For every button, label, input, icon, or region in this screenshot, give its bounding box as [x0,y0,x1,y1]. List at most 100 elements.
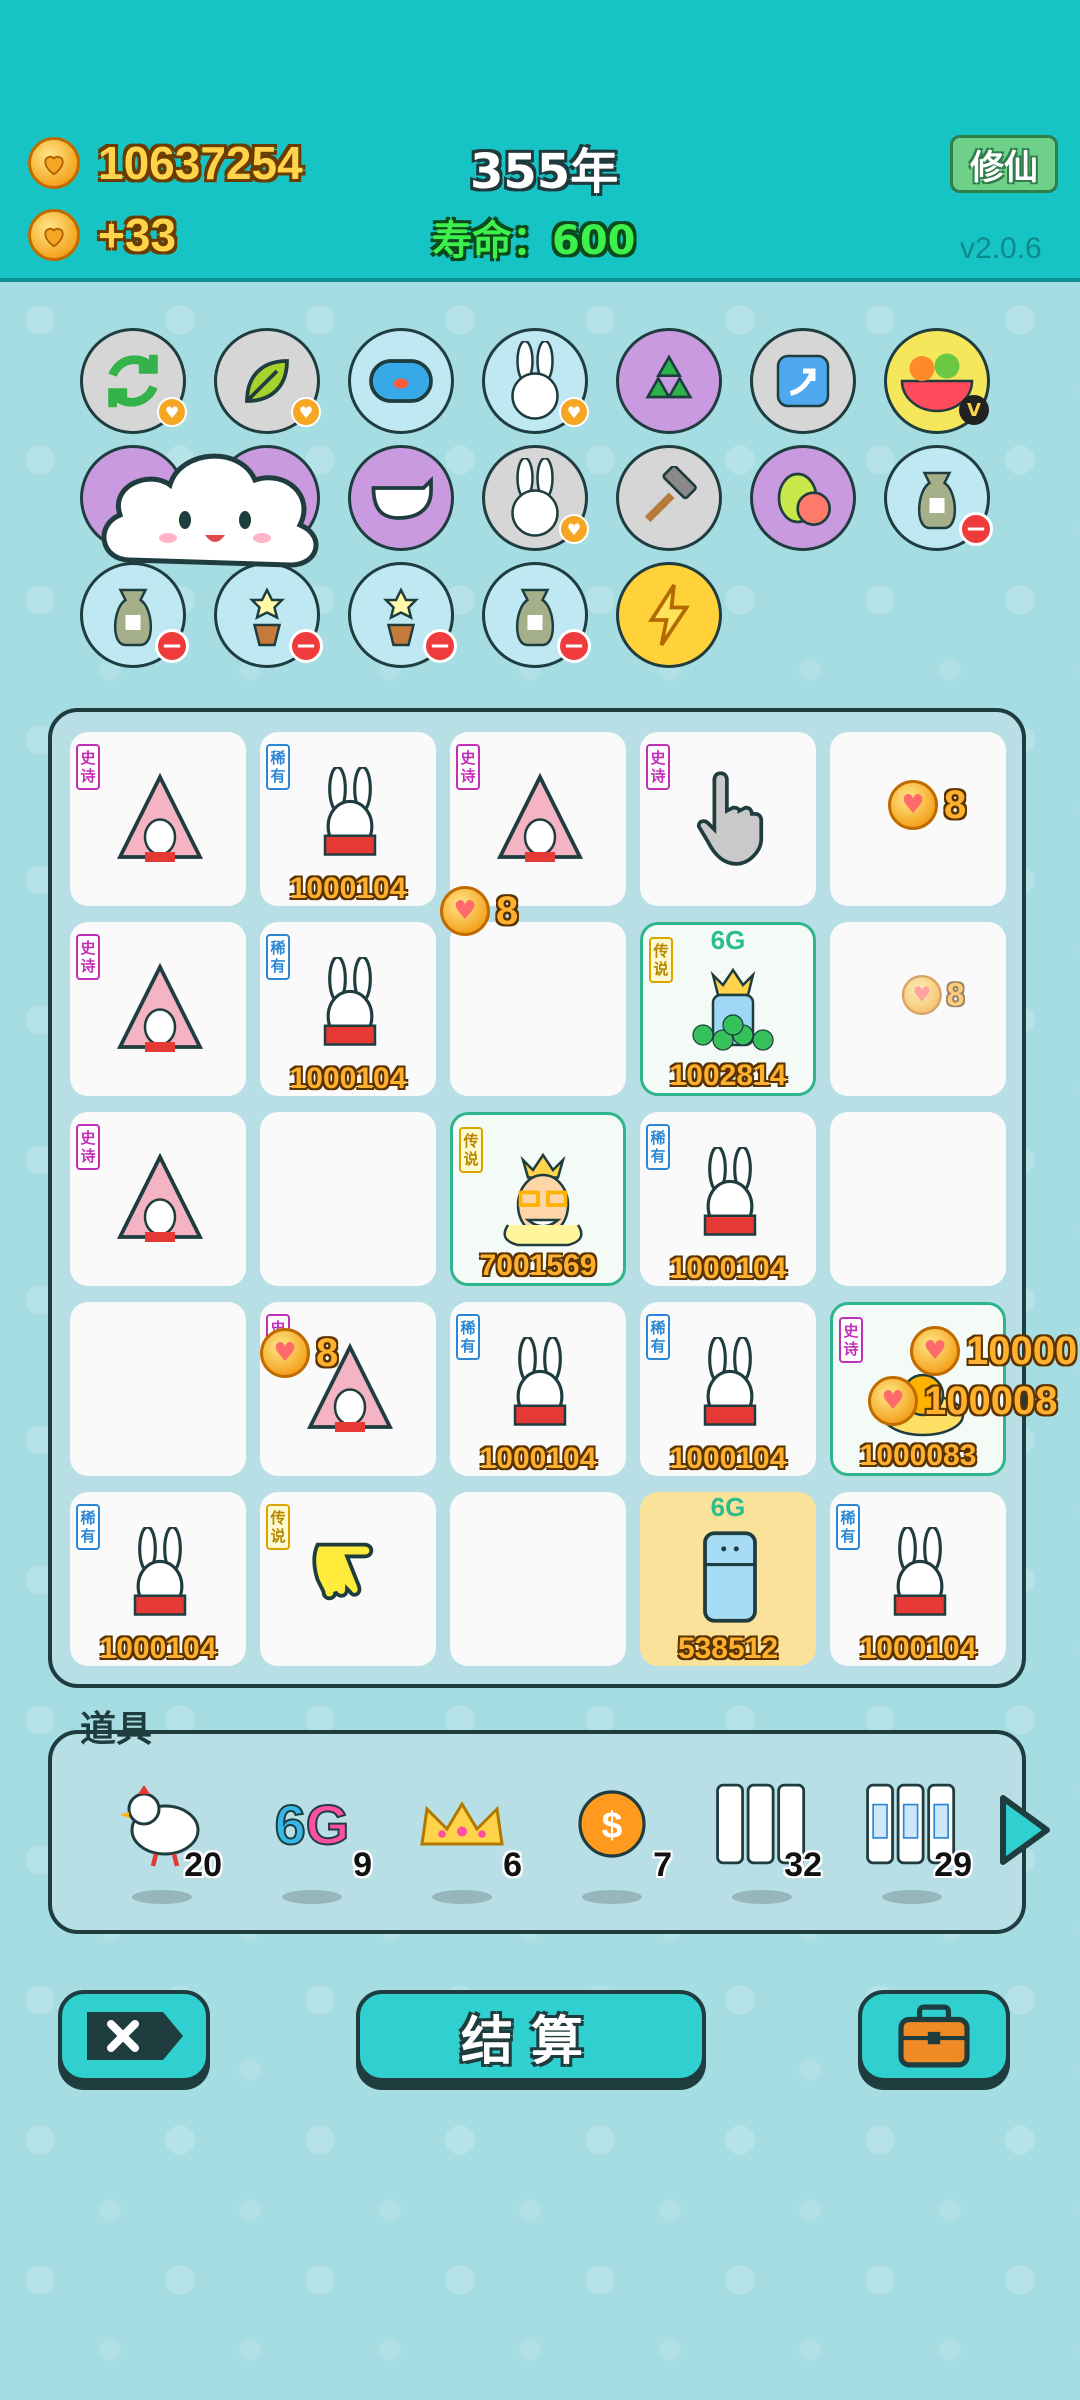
cell-value: 538512 [677,1632,779,1665]
upgrade-arrow-icon[interactable] [750,328,856,434]
minus-badge-icon: − [959,512,993,546]
settle-button[interactable]: 结算 [356,1990,706,2082]
grid-cell-empty[interactable] [70,1302,246,1476]
potted-flower-icon[interactable]: − [348,562,457,668]
rabbit-icon [870,1522,970,1632]
grid-cell-house[interactable]: 史诗 [70,1112,246,1286]
cell-value: 1000104 [669,1252,787,1285]
6g-icon: 6G [274,1792,351,1857]
coin-popup-value: 8 [944,782,967,827]
gold-coin-icon: ♥ [868,1376,918,1426]
grid-cell-hand[interactable]: 史诗 [640,732,816,906]
rabbit-icon [300,952,400,1062]
gold-coin-icon: ♥ [910,1326,960,1376]
rare-tag: 稀有 [266,744,290,790]
grid-cell-fridge-king[interactable]: 6G 传说 1002814 [640,922,816,1096]
cell-value: 1000104 [859,1632,977,1665]
prop-count: 7 [653,1846,672,1884]
legend-tag: 传说 [649,937,673,983]
lightning-icon[interactable] [616,562,722,668]
grid-cell-house[interactable]: 史诗 [450,732,626,906]
coin-popup: ♥ 8 [440,886,518,936]
cancel-button[interactable] [58,1990,210,2082]
coin-popup: ♥ 8 [901,975,964,1015]
pomelo-icon[interactable] [750,445,856,551]
cell-value: 1000104 [479,1442,597,1475]
gold-rate-row: +33 [28,208,176,262]
grid-cell-empty[interactable] [450,922,626,1096]
vip-badge-icon: V [959,395,989,425]
epic-tag: 史诗 [839,1317,863,1363]
grid-cell-rabbit[interactable]: 稀有 1000104 [640,1302,816,1476]
prop-rare-slots[interactable]: 29 [852,1774,972,1904]
cell-value: 1000104 [669,1442,787,1475]
6g-badge: 6G [710,1492,746,1522]
coin-popup-value: 100008 [924,1378,1058,1423]
rabbit-icon [680,1332,780,1442]
cloud-mascot-icon [90,430,330,590]
coin-badge-icon: ♥ [157,397,187,427]
prop-count: 9 [353,1846,372,1884]
coin-popup: ♥ 8 [888,780,966,830]
gravy-boat-icon[interactable] [348,445,454,551]
rabbit-house-icon [110,1142,210,1252]
coin-popup: ♥ 100008 [868,1376,1057,1426]
leaf-icon[interactable]: ♥ [214,328,321,434]
xiuxian-button[interactable]: 修仙 [950,135,1058,193]
refresh-icon[interactable]: ♥ [80,328,187,434]
crowned-fridge-clover-icon [683,955,783,1065]
epic-tag: 史诗 [76,934,100,980]
rabbit-house-icon [110,952,210,1062]
grid-cell-house[interactable]: 史诗 [70,732,246,906]
sack-icon[interactable]: − [884,445,993,551]
grid-cell-king-face[interactable]: 传说 7001569 [450,1112,626,1286]
year-counter: 355年 [470,144,619,200]
king-face-icon [493,1145,593,1255]
prop-empty-slots[interactable]: 32 [702,1774,822,1904]
grid-cell-house[interactable]: 史诗 [70,922,246,1096]
grid-cell-rabbit[interactable]: 稀有 1000104 [70,1492,246,1666]
prop-chicken[interactable]: 20 [102,1774,222,1904]
briefcase-button[interactable] [858,1990,1010,2082]
prop-shadow [132,1890,192,1904]
grid-cell-empty[interactable] [260,1112,436,1286]
minus-badge-icon: − [155,629,189,663]
fishbowl-icon[interactable] [348,328,454,434]
grid-cell-fridge[interactable]: 6G 538512 [640,1492,816,1666]
props-title: 道具 [80,1709,153,1750]
coin-badge-icon: ♥ [559,397,589,427]
prop-shadow [282,1890,342,1904]
svg-text:$: $ [602,1803,623,1845]
grid-cell-hand[interactable]: 传说 [260,1492,436,1666]
epic-tag: 史诗 [456,744,480,790]
gold-coin-icon: ♥ [901,975,942,1015]
prop-shadow [582,1890,642,1904]
rabbit-icon[interactable]: ♥ [482,445,589,551]
grid-cell-rabbit[interactable]: 稀有 1000104 [830,1492,1006,1666]
prop-count: 29 [934,1846,972,1884]
coin-badge-icon: ♥ [559,514,589,544]
grid-cell-rabbit[interactable]: 稀有 1000104 [450,1302,626,1476]
sack-icon[interactable]: − [482,562,591,668]
recycle-icon[interactable] [616,328,722,434]
rare-tag: 稀有 [266,934,290,980]
grid-cell-rabbit[interactable]: 稀有 1000104 [640,1112,816,1286]
life-value: 600 [552,218,636,264]
prop-crown[interactable]: 6 [402,1774,522,1904]
prop-count: 20 [184,1846,222,1884]
life-counter: 寿命：600 [432,208,636,266]
hammer-icon[interactable] [616,445,722,551]
rabbit-house-icon [110,762,210,872]
grid-cell-rabbit[interactable]: 稀有 1000104 [260,732,436,906]
next-arrow-icon[interactable] [995,1790,1055,1870]
rabbit-house-icon [490,762,590,872]
prop-coin[interactable]: $ 7 [552,1774,672,1904]
grid-cell-empty[interactable] [830,1112,1006,1286]
rabbit-icon[interactable]: ♥ [482,328,589,434]
fruit-basket-icon[interactable]: V [884,328,990,434]
grid-cell-empty[interactable] [450,1492,626,1666]
grid-cell-rabbit[interactable]: 稀有 1000104 [260,922,436,1096]
prop-6g[interactable]: 6G 9 [252,1774,372,1904]
rare-tag: 稀有 [76,1504,100,1550]
cell-value: 1000083 [859,1439,977,1472]
